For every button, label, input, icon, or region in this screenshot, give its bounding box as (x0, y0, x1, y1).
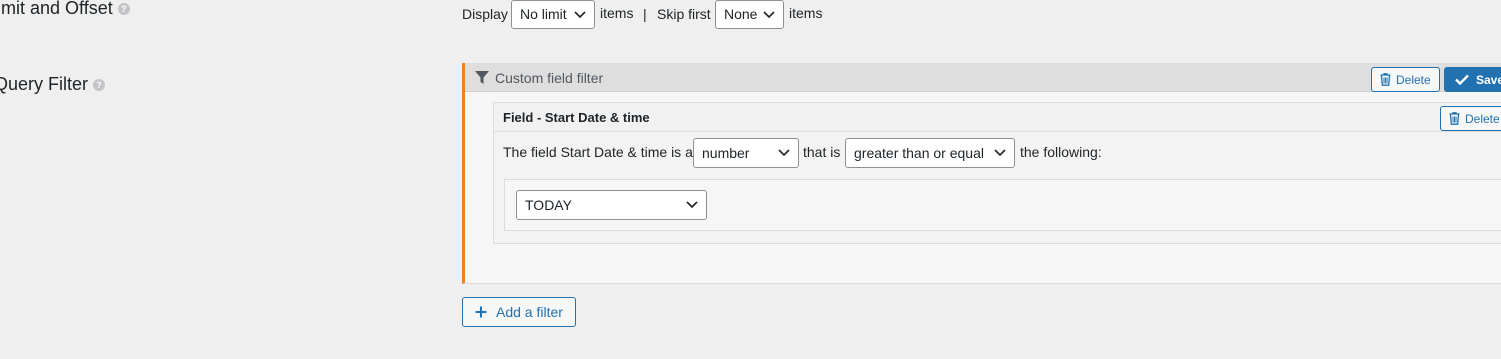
skip-select[interactable]: None (715, 0, 784, 29)
checkmark-icon (1455, 74, 1469, 85)
chevron-down-icon (994, 149, 1006, 157)
comparison-value: greater than or equal (854, 145, 984, 161)
save-filter-button[interactable]: Save (1444, 67, 1501, 92)
save-filter-label: Save (1476, 72, 1501, 87)
skip-select-value: None (724, 6, 758, 22)
field-type-value: number (702, 145, 750, 161)
following-text: the following: (1020, 144, 1102, 160)
display-text: Display (462, 6, 508, 22)
limit-select-value: No limit (520, 6, 567, 22)
delete-field-label: Delete (1465, 111, 1500, 126)
field-condition-header: Field - Start Date & time Delete (494, 103, 1501, 132)
field-condition-title: Field - Start Date & time (503, 110, 650, 125)
delete-filter-label: Delete (1396, 72, 1431, 87)
separator-text: | (643, 6, 647, 22)
chevron-down-icon (778, 149, 790, 157)
filter-icon (475, 71, 489, 84)
field-sentence-prefix: The field Start Date & time is a (503, 144, 693, 160)
trash-icon (1449, 112, 1460, 125)
trash-icon (1380, 73, 1391, 86)
limit-select[interactable]: No limit (511, 0, 595, 29)
items-text-2: items (789, 5, 823, 21)
skip-first-text: Skip first (657, 6, 711, 22)
delete-filter-button[interactable]: Delete (1371, 67, 1440, 92)
limit-offset-label: imit and Offset (0, 0, 113, 18)
chevron-down-icon (686, 201, 698, 209)
chevron-down-icon (763, 10, 775, 18)
plus-icon (475, 306, 487, 318)
limit-offset-heading: imit and Offset? (0, 0, 130, 19)
custom-field-filter-panel: Custom field filter Delete Save Field - … (462, 63, 1501, 284)
comparison-select[interactable]: greater than or equal (845, 138, 1015, 168)
add-filter-label: Add a filter (496, 304, 563, 320)
field-condition-block: Field - Start Date & time Delete The fie… (493, 102, 1501, 244)
value-select[interactable]: TODAY (516, 190, 707, 220)
help-icon[interactable]: ? (93, 79, 106, 92)
query-filter-label: Query Filter (0, 74, 89, 94)
field-type-select[interactable]: number (693, 138, 799, 168)
that-is-text: that is (803, 144, 841, 160)
help-icon[interactable]: ? (117, 3, 130, 16)
filter-panel-title: Custom field filter (495, 70, 604, 86)
add-filter-button[interactable]: Add a filter (462, 297, 576, 327)
items-text-1: items (600, 5, 634, 21)
value-select-value: TODAY (525, 197, 572, 213)
filter-panel-header: Custom field filter Delete Save (465, 63, 1501, 92)
value-container: TODAY (504, 179, 1501, 231)
delete-field-button[interactable]: Delete (1440, 106, 1501, 131)
chevron-down-icon (574, 10, 586, 18)
query-filter-heading: Query Filter? (0, 74, 106, 95)
